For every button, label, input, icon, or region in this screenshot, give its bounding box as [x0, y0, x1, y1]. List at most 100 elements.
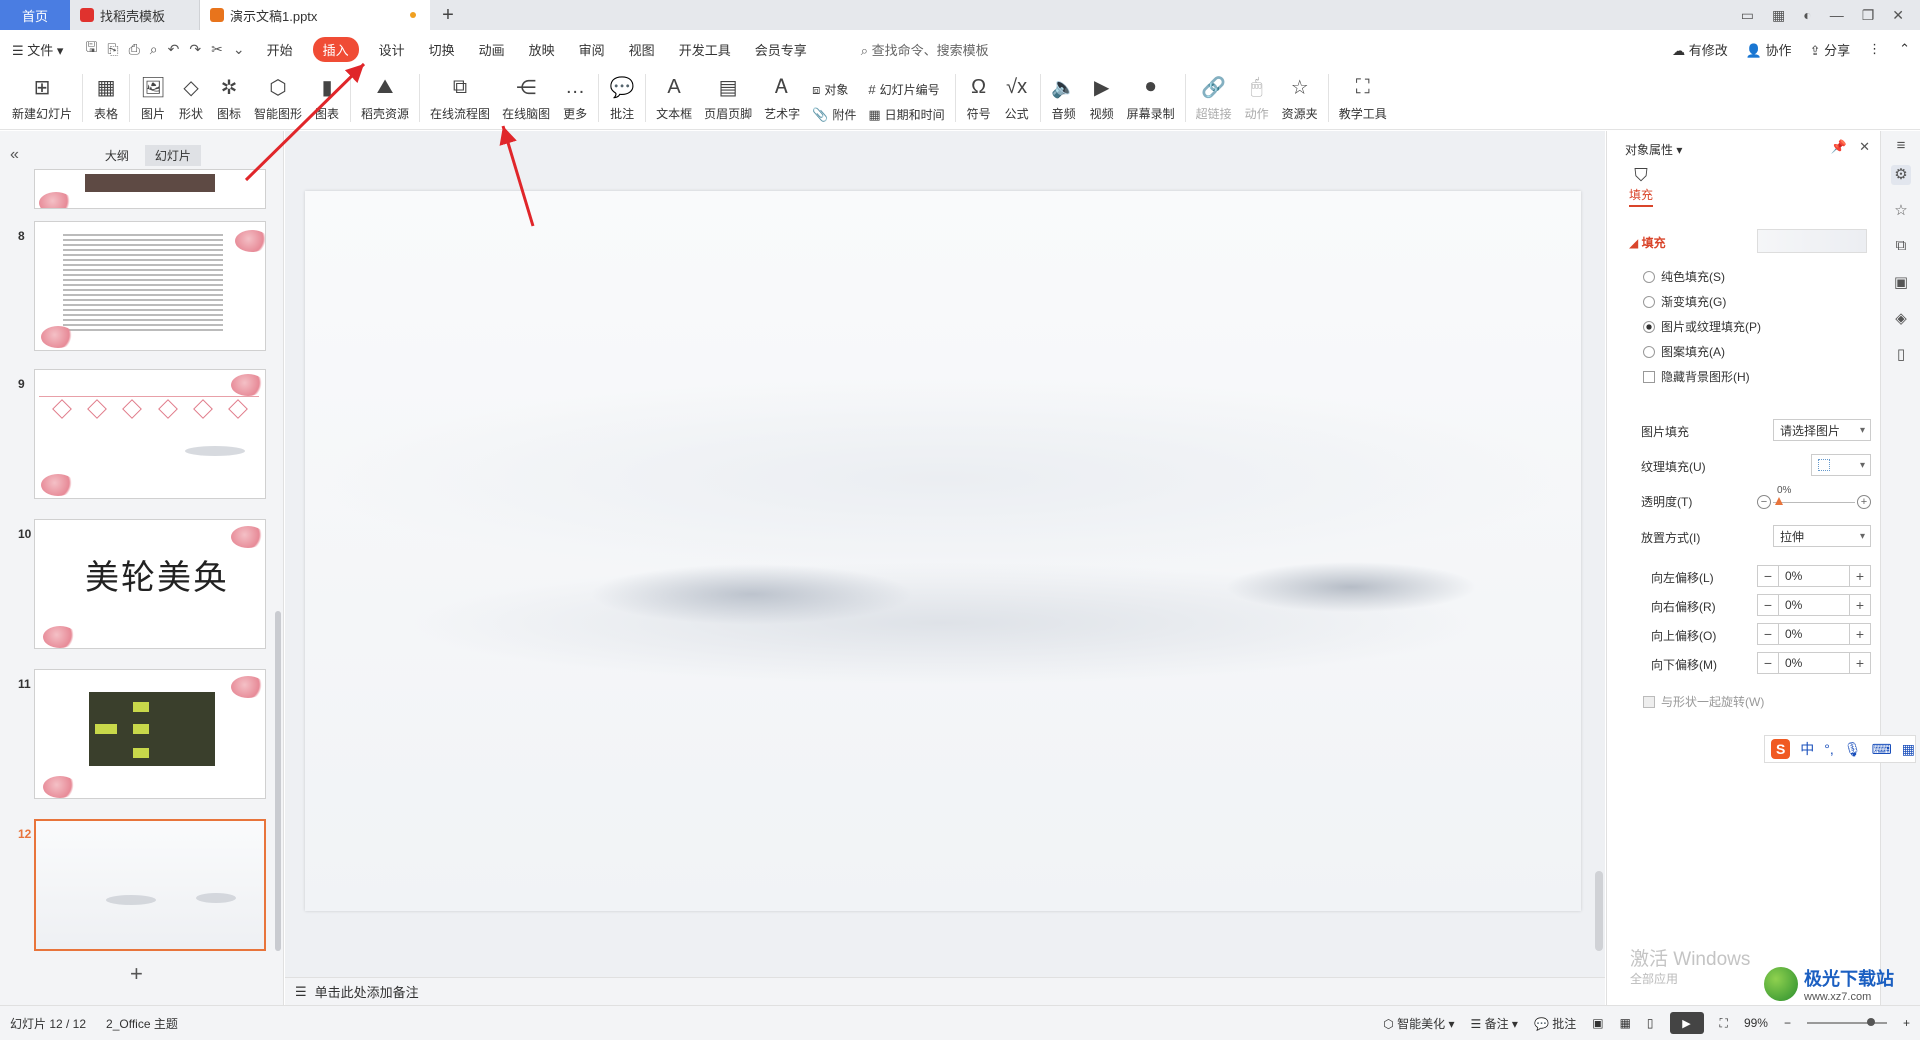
print-icon[interactable]: ⎙ — [129, 41, 140, 58]
layout-icon[interactable]: ▭ — [1741, 7, 1754, 24]
plus-icon[interactable]: + — [1850, 624, 1870, 644]
image-icon[interactable]: ▣ — [1891, 273, 1911, 293]
more-options-icon[interactable]: ⋮ — [1868, 41, 1881, 57]
minus-icon[interactable]: − — [1758, 653, 1778, 673]
table-button[interactable]: ▦ 表格 — [87, 68, 125, 128]
new-slide-button[interactable]: ⊞ 新建幻灯片 — [6, 68, 78, 128]
slide-number-button[interactable]: # 幻灯片编号 — [868, 81, 944, 98]
play-slideshow-button[interactable]: ▶ — [1669, 1012, 1704, 1034]
pin-icon[interactable]: 📌 — [1831, 139, 1847, 155]
smart-graphic-button[interactable]: ⬡ 智能图形 — [248, 68, 308, 128]
decrease-icon[interactable]: − — [1757, 495, 1771, 509]
slide-thumbnail[interactable]: 美轮美奂 — [34, 519, 266, 649]
zoom-in-icon[interactable]: + — [1903, 1016, 1910, 1030]
preview-icon[interactable]: ⌕ — [150, 41, 158, 58]
menu-transition[interactable]: 切换 — [417, 40, 467, 59]
video-button[interactable]: ▶ 视频 — [1083, 68, 1121, 128]
smart-beautify-button[interactable]: ⬡ 智能美化 ▾ — [1383, 1015, 1454, 1032]
slide-transition-icon[interactable]: ⧉ — [1891, 237, 1911, 257]
offset-top-stepper[interactable]: −0% + — [1757, 623, 1871, 645]
slide-thumbnail[interactable] — [34, 169, 266, 209]
rotate-with-shape-checkbox[interactable]: 与形状一起旋转(W) — [1643, 693, 1764, 710]
chart-button[interactable]: ▮ 图表 — [308, 68, 346, 128]
plus-icon[interactable]: + — [1850, 566, 1870, 586]
canvas-scrollbar[interactable] — [1595, 871, 1603, 951]
wordart-button[interactable]: Ꭺ 艺术字 — [758, 68, 806, 128]
close-panel-icon[interactable]: ✕ — [1859, 139, 1870, 155]
grid-icon[interactable]: ▦ — [1772, 7, 1785, 24]
transparency-slider[interactable]: − 0% + — [1757, 485, 1871, 509]
collapse-ribbon-icon[interactable]: ⌃ — [1899, 41, 1910, 57]
plus-icon[interactable]: + — [1850, 595, 1870, 615]
zoom-out-icon[interactable]: − — [1784, 1016, 1791, 1030]
shape-button[interactable]: ◇ 形状 — [172, 68, 210, 128]
offset-left-value[interactable]: 0% — [1778, 566, 1850, 586]
offset-bottom-value[interactable]: 0% — [1778, 653, 1850, 673]
tab-template[interactable]: 找稻壳模板 — [70, 0, 200, 30]
fill-section-header[interactable]: ◢ 填充 — [1629, 234, 1666, 251]
slider-thumb[interactable] — [1775, 497, 1783, 505]
menu-design[interactable]: 设计 — [367, 40, 417, 59]
picture-texture-fill-radio[interactable]: 图片或纹理填充(P) — [1643, 318, 1761, 335]
hyperlink-button[interactable]: 🔗 超链接 — [1190, 68, 1238, 128]
resource-folder-button[interactable]: ☆ 资源夹 — [1276, 68, 1324, 128]
keyboard-icon[interactable]: ⌨ — [1872, 741, 1892, 758]
tab-home[interactable]: 首页 — [0, 0, 70, 30]
collab-button[interactable]: 👤 协作 — [1746, 40, 1792, 59]
picture-button[interactable]: 🖼 图片 — [134, 68, 172, 128]
date-time-button[interactable]: ▦ 日期和时间 — [868, 106, 944, 123]
menu-view[interactable]: 视图 — [617, 40, 667, 59]
ime-toolbar[interactable]: S 中 °, 🎙 ⌨ ▦ — [1764, 735, 1916, 763]
menu-start[interactable]: 开始 — [255, 40, 305, 59]
add-slide-button[interactable]: + — [130, 961, 143, 987]
minus-icon[interactable]: − — [1758, 566, 1778, 586]
texture-fill-dropdown[interactable] — [1811, 454, 1871, 476]
placement-dropdown[interactable]: 拉伸 — [1773, 525, 1871, 547]
offset-left-stepper[interactable]: −0% + — [1757, 565, 1871, 587]
more-chevron-icon[interactable]: ⌄ — [233, 41, 245, 58]
menu-animation[interactable]: 动画 — [467, 40, 517, 59]
properties-icon[interactable]: ⚙ — [1891, 165, 1911, 185]
new-tab-button[interactable]: + — [430, 0, 466, 30]
normal-view-icon[interactable]: ▣ — [1592, 1016, 1603, 1030]
menu-developer[interactable]: 开发工具 — [667, 40, 743, 59]
minimize-icon[interactable]: — — [1830, 7, 1844, 23]
header-footer-button[interactable]: ▤ 页眉页脚 — [698, 68, 758, 128]
redo-icon[interactable]: ↷ — [189, 41, 201, 58]
menu-lines-icon[interactable]: ≡ — [1891, 137, 1911, 157]
punctuation-icon[interactable]: °, — [1824, 741, 1834, 757]
minus-icon[interactable]: − — [1758, 624, 1778, 644]
menu-slideshow[interactable]: 放映 — [517, 40, 567, 59]
avatar[interactable]: ◐ — [1803, 7, 1811, 23]
sorter-view-icon[interactable]: ▦ — [1620, 1016, 1631, 1030]
notes-bar[interactable]: ☰ 单击此处添加备注 — [285, 977, 1605, 1005]
panel-scrollbar[interactable] — [275, 611, 281, 951]
command-search[interactable]: ⌕ 查找命令、搜索模板 — [849, 40, 1001, 59]
minus-icon[interactable]: − — [1758, 595, 1778, 615]
formula-button[interactable]: √x 公式 — [998, 68, 1036, 128]
location-icon[interactable]: ◈ — [1891, 309, 1911, 329]
offset-top-value[interactable]: 0% — [1778, 624, 1850, 644]
reading-view-icon[interactable]: ▯ — [1647, 1016, 1654, 1030]
symbol-button[interactable]: Ω 符号 — [960, 68, 998, 128]
offset-right-value[interactable]: 0% — [1778, 595, 1850, 615]
file-menu[interactable]: ☰ 文件 ▾ — [0, 40, 75, 59]
fill-tab[interactable]: ⛉ 填充 — [1629, 165, 1654, 207]
zoom-level[interactable]: 99% — [1744, 1016, 1768, 1030]
slide-thumbnail[interactable] — [34, 221, 266, 351]
comment-button[interactable]: 💬 批注 — [603, 68, 641, 128]
animation-star-icon[interactable]: ☆ — [1891, 201, 1911, 221]
audio-button[interactable]: 🔈 音频 — [1045, 68, 1083, 128]
undo-icon[interactable]: ↶ — [168, 41, 180, 58]
slide-thumbnail-selected[interactable] — [34, 819, 266, 951]
notes-toggle[interactable]: ☰ 备注 ▾ — [1470, 1015, 1517, 1032]
book-icon[interactable]: ▯ — [1891, 345, 1911, 365]
offset-right-stepper[interactable]: −0% + — [1757, 594, 1871, 616]
online-mindmap-button[interactable]: ⋲ 在线脑图 — [496, 68, 556, 128]
current-slide[interactable] — [305, 191, 1581, 911]
collapse-panel-icon[interactable]: « — [10, 146, 19, 164]
modified-button[interactable]: ☁ 有修改 — [1672, 40, 1728, 59]
offset-bottom-stepper[interactable]: −0% + — [1757, 652, 1871, 674]
icon-button[interactable]: ✲ 图标 — [210, 68, 248, 128]
menu-insert[interactable]: 插入 — [312, 36, 359, 62]
